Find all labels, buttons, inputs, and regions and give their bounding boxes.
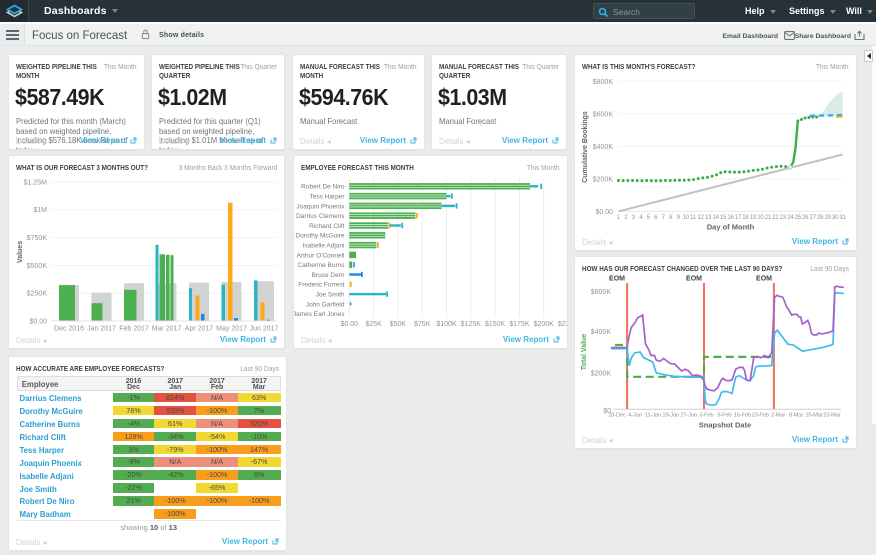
svg-text:20: 20	[757, 215, 764, 221]
svg-text:8-Mar: 8-Mar	[789, 413, 803, 419]
svg-text:Bruce Dern: Bruce Dern	[312, 272, 345, 279]
svg-text:Snapshot Date: Snapshot Date	[699, 421, 752, 430]
svg-text:$250K: $250K	[27, 291, 48, 298]
svg-text:14: 14	[712, 215, 719, 221]
svg-text:Frederic Forrest: Frederic Forrest	[298, 282, 344, 289]
svg-text:$0.00: $0.00	[341, 321, 359, 328]
svg-text:Dorothy McGuire: Dorothy McGuire	[295, 233, 345, 240]
svg-text:$100K: $100K	[436, 321, 457, 328]
svg-text:$0.00: $0.00	[595, 209, 613, 216]
svg-text:$1M: $1M	[33, 207, 47, 214]
svg-text:$600K: $600K	[593, 111, 614, 118]
svg-text:15: 15	[720, 215, 727, 221]
svg-text:6: 6	[654, 215, 658, 221]
svg-text:4-Jan: 4-Jan	[628, 413, 642, 419]
svg-text:$200K: $200K	[534, 321, 555, 328]
svg-text:$225K: $225K	[558, 321, 568, 328]
svg-text:23: 23	[780, 215, 787, 221]
svg-text:Tess Harper: Tess Harper	[309, 194, 345, 201]
svg-text:James Earl Jones: James Earl Jones	[294, 311, 345, 318]
svg-text:31: 31	[839, 215, 846, 221]
svg-text:$150K: $150K	[485, 321, 506, 328]
svg-text:$400K: $400K	[591, 329, 612, 336]
svg-text:19-Jan: 19-Jan	[662, 413, 679, 419]
svg-text:$50K: $50K	[390, 321, 407, 328]
svg-text:16-Feb: 16-Feb	[734, 413, 751, 419]
svg-text:$600K: $600K	[591, 289, 612, 296]
svg-text:19: 19	[750, 215, 757, 221]
svg-text:$25K: $25K	[365, 321, 382, 328]
svg-text:Robert De Niro: Robert De Niro	[301, 184, 345, 191]
svg-text:2: 2	[624, 215, 628, 221]
svg-text:$800K: $800K	[593, 79, 614, 86]
svg-text:11-Jan: 11-Jan	[645, 413, 661, 419]
svg-text:22: 22	[772, 215, 779, 221]
svg-text:13: 13	[705, 215, 712, 221]
svg-text:EOM: EOM	[609, 276, 625, 283]
svg-text:15-Mar: 15-Mar	[805, 413, 822, 419]
svg-text:Jan 2017: Jan 2017	[87, 326, 116, 333]
svg-text:28: 28	[817, 215, 824, 221]
svg-text:$200K: $200K	[593, 176, 614, 183]
svg-text:9: 9	[677, 215, 681, 221]
svg-text:Catherine Burns: Catherine Burns	[298, 262, 346, 269]
svg-text:23-Mar: 23-Mar	[823, 413, 840, 419]
svg-text:23-Feb: 23-Feb	[752, 413, 769, 419]
svg-text:Feb 2017: Feb 2017	[119, 326, 149, 333]
svg-text:$500K: $500K	[27, 263, 48, 270]
svg-text:EOM: EOM	[756, 276, 772, 283]
svg-text:12: 12	[697, 215, 704, 221]
svg-text:28-Dec: 28-Dec	[608, 413, 626, 419]
svg-text:$0.00: $0.00	[29, 318, 47, 325]
svg-text:3: 3	[632, 215, 636, 221]
svg-text:Joe Smith: Joe Smith	[316, 292, 345, 299]
svg-text:$750K: $750K	[27, 235, 48, 242]
svg-text:$175K: $175K	[509, 321, 530, 328]
svg-text:30: 30	[832, 215, 839, 221]
svg-text:Total Value: Total Value	[581, 334, 588, 371]
svg-text:May 2017: May 2017	[216, 326, 247, 333]
svg-text:3-Feb: 3-Feb	[699, 413, 713, 419]
svg-text:EOM: EOM	[686, 276, 702, 283]
svg-text:Darrius Clemens: Darrius Clemens	[296, 213, 345, 220]
svg-text:29: 29	[825, 215, 832, 221]
svg-text:2-Mar: 2-Mar	[771, 413, 785, 419]
svg-text:16: 16	[727, 215, 734, 221]
svg-text:11: 11	[690, 215, 697, 221]
svg-text:$75K: $75K	[414, 321, 431, 328]
svg-text:John Garfield: John Garfield	[306, 301, 345, 308]
svg-text:Arthur O'Connell: Arthur O'Connell	[297, 252, 345, 259]
svg-text:$1.25M: $1.25M	[24, 179, 48, 186]
svg-text:Joaquin Phoenix: Joaquin Phoenix	[296, 203, 345, 210]
svg-text:Dec 2016: Dec 2016	[54, 326, 84, 333]
svg-text:9-Feb: 9-Feb	[717, 413, 731, 419]
svg-text:5: 5	[647, 215, 651, 221]
svg-text:10: 10	[683, 215, 690, 221]
svg-text:4: 4	[639, 215, 643, 221]
svg-text:Isabelle Adjani: Isabelle Adjani	[303, 243, 345, 250]
svg-text:Values: Values	[17, 241, 24, 263]
svg-text:7: 7	[662, 215, 666, 221]
svg-text:21: 21	[765, 215, 772, 221]
svg-text:1: 1	[617, 215, 621, 221]
svg-text:Apr 2017: Apr 2017	[185, 326, 214, 333]
svg-text:27: 27	[810, 215, 817, 221]
svg-text:Jun 2017: Jun 2017	[250, 326, 279, 333]
svg-text:$125K: $125K	[461, 321, 482, 328]
svg-text:8: 8	[669, 215, 673, 221]
svg-text:27-Jan: 27-Jan	[680, 413, 697, 419]
svg-text:18: 18	[742, 215, 749, 221]
svg-text:Richard Clift: Richard Clift	[309, 223, 345, 230]
svg-text:26: 26	[802, 215, 809, 221]
svg-text:Mar 2017: Mar 2017	[152, 326, 182, 333]
svg-text:24: 24	[787, 215, 794, 221]
svg-text:17: 17	[735, 215, 742, 221]
svg-text:$400K: $400K	[593, 144, 614, 151]
svg-text:$200K: $200K	[591, 370, 612, 377]
svg-text:25: 25	[795, 215, 802, 221]
svg-text:Cumulative Bookings: Cumulative Bookings	[582, 111, 589, 183]
svg-text:Day of Month: Day of Month	[707, 223, 755, 232]
